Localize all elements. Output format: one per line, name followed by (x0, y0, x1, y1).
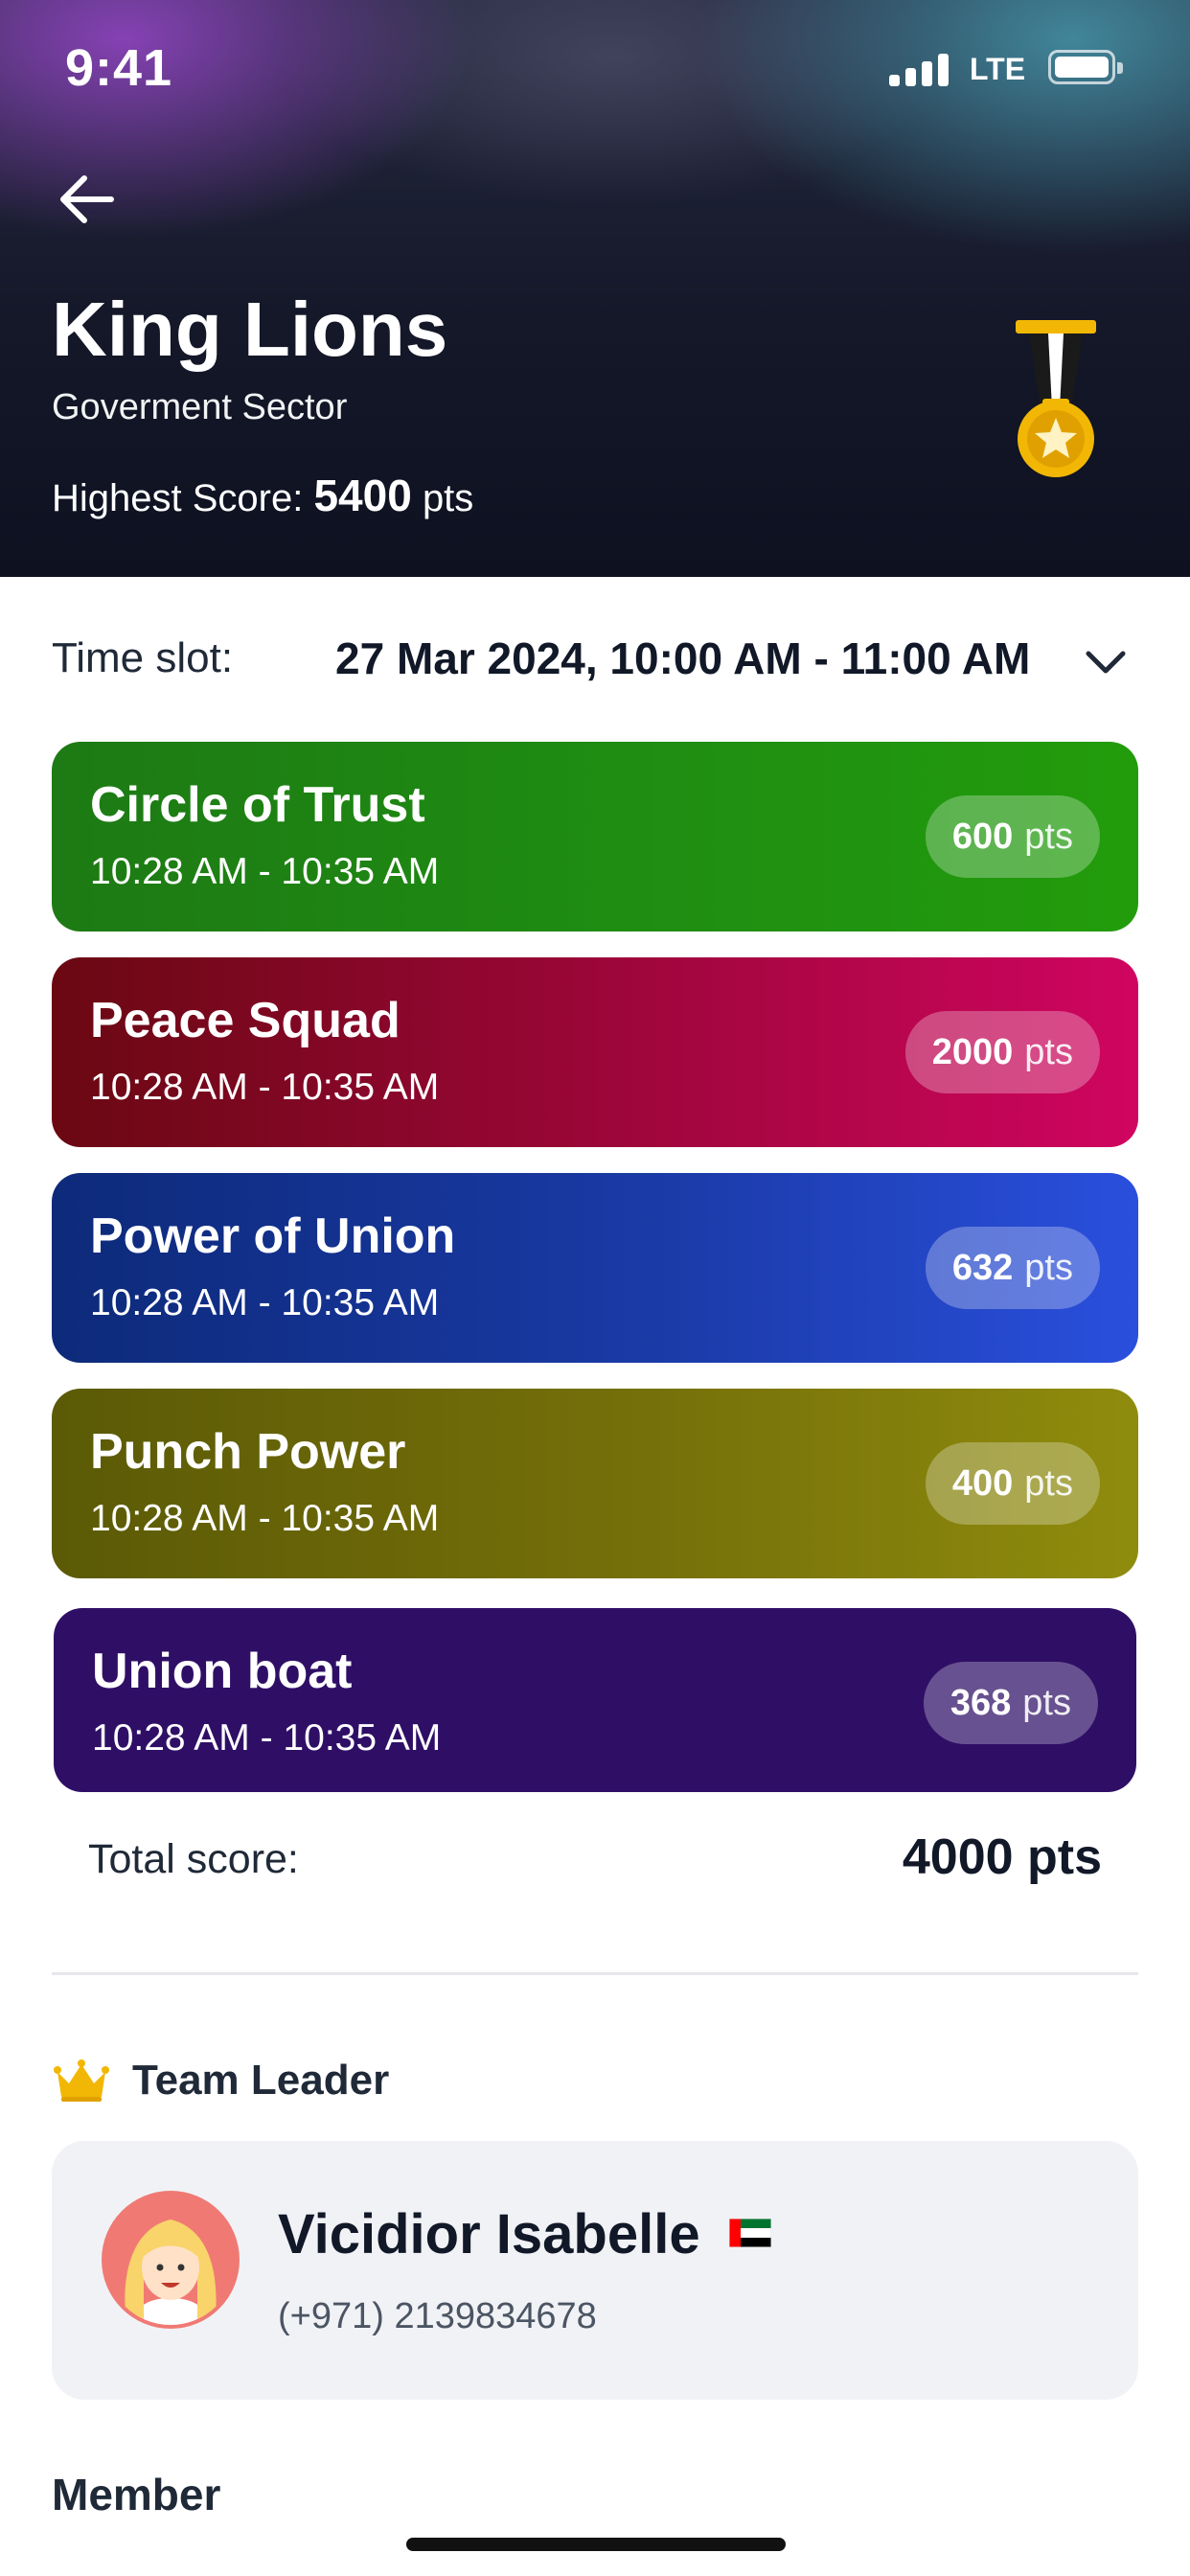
round-card[interactable]: Power of Union 10:28 AM - 10:35 AM 632 pt… (52, 1173, 1138, 1363)
status-time: 9:41 (65, 39, 173, 97)
highest-score-label: Highest Score: (52, 477, 304, 519)
points-unit: pts (1024, 1247, 1073, 1288)
time-slot-label: Time slot: (52, 634, 234, 681)
round-card[interactable]: Peace Squad 10:28 AM - 10:35 AM 2000 pts (52, 957, 1138, 1147)
points-value: 632 (951, 1247, 1014, 1288)
round-card[interactable]: Punch Power 10:28 AM - 10:35 AM 400 pts (52, 1389, 1138, 1578)
round-time: 10:28 AM - 10:35 AM (90, 1067, 440, 1108)
round-card[interactable]: Union boat 10:28 AM - 10:35 AM 368 pts (54, 1608, 1136, 1792)
medal-icon (1016, 320, 1096, 477)
points-value: 600 (951, 816, 1014, 857)
points-badge: 600 pts (925, 795, 1100, 878)
leader-name-text: Vicidior Isabelle (278, 2203, 700, 2266)
leader-name: Vicidior Isabelle (278, 2202, 771, 2266)
avatar (102, 2191, 240, 2329)
signal-icon (889, 54, 949, 86)
highest-score: Highest Score: 5400 pts (52, 470, 473, 521)
page-title: King Lions (52, 287, 448, 372)
points-value: 400 (951, 1462, 1014, 1504)
points-badge: 2000 pts (904, 1011, 1100, 1093)
highest-score-value: 5400 (313, 471, 412, 520)
team-leader-heading: Team Leader (132, 2057, 390, 2104)
battery-icon (1048, 50, 1123, 84)
points-value: 368 (950, 1682, 1012, 1723)
round-time: 10:28 AM - 10:35 AM (90, 1282, 440, 1323)
round-name: Power of Union (90, 1208, 456, 1264)
total-score-label: Total score: (88, 1836, 299, 1882)
round-name: Peace Squad (90, 993, 400, 1048)
points-badge: 400 pts (925, 1442, 1100, 1525)
team-sector: Goverment Sector (52, 387, 348, 427)
back-arrow-icon[interactable] (54, 171, 121, 228)
team-leader-card[interactable]: Vicidior Isabelle (+971) 2139834678 (52, 2141, 1138, 2400)
round-name: Union boat (92, 1644, 353, 1699)
time-slot-select[interactable]: 27 Mar 2024, 10:00 AM - 11:00 AM (335, 632, 1030, 684)
divider (52, 1972, 1138, 1975)
home-indicator[interactable] (406, 2538, 786, 2551)
round-card[interactable]: Circle of Trust 10:28 AM - 10:35 AM 600 p… (52, 742, 1138, 932)
round-time: 10:28 AM - 10:35 AM (92, 1717, 442, 1759)
uae-flag-icon (728, 2218, 771, 2247)
points-badge: 632 pts (925, 1227, 1100, 1309)
member-heading: Member (52, 2470, 221, 2519)
crown-icon (54, 2059, 109, 2102)
leader-phone: (+971) 2139834678 (278, 2296, 597, 2336)
points-unit: pts (1024, 1462, 1073, 1504)
points-badge: 368 pts (923, 1662, 1098, 1744)
round-name: Punch Power (90, 1424, 406, 1480)
round-name: Circle of Trust (90, 777, 425, 833)
points-unit: pts (1024, 816, 1073, 857)
points-unit: pts (1024, 1031, 1073, 1072)
network-label: LTE (970, 52, 1026, 86)
chevron-down-icon[interactable] (1083, 644, 1129, 678)
total-score-value: 4000 pts (902, 1829, 1102, 1885)
round-time: 10:28 AM - 10:35 AM (90, 851, 440, 892)
points-unit: pts (1022, 1682, 1071, 1723)
highest-score-unit: pts (422, 477, 474, 519)
team-header: 9:41 LTE King Lions Goverment Sector Hig… (0, 0, 1190, 577)
points-value: 2000 (931, 1031, 1014, 1072)
round-time: 10:28 AM - 10:35 AM (90, 1498, 440, 1539)
